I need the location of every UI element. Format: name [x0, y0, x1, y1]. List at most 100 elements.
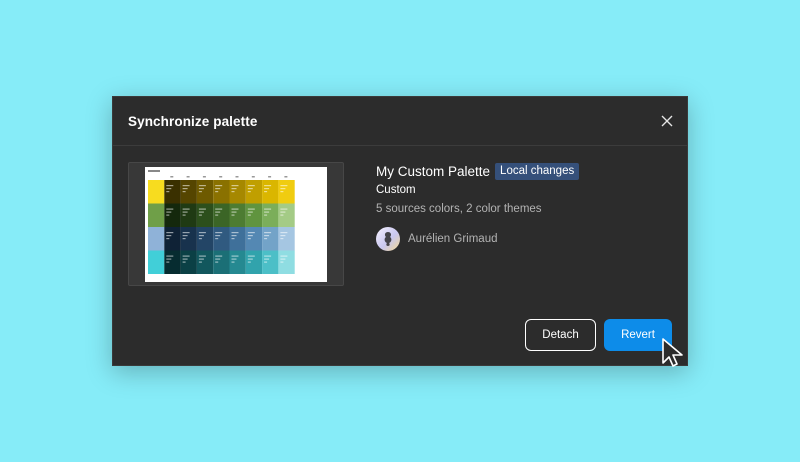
thumb-text-line — [166, 238, 170, 240]
thumb-text-line — [280, 211, 286, 213]
thumb-text-line — [166, 214, 170, 216]
thumb-text-line — [264, 191, 268, 193]
thumb-text-line — [166, 208, 174, 210]
thumb-text-line — [231, 214, 235, 216]
thumb-text-line — [182, 235, 188, 237]
thumb-text-line — [166, 232, 174, 234]
thumb-text-line — [247, 208, 255, 210]
thumb-text-line — [198, 208, 206, 210]
thumb-text-line — [215, 191, 219, 193]
thumb-column-mark — [268, 176, 272, 178]
thumb-text-line — [198, 191, 202, 193]
thumb-text-line — [182, 185, 190, 187]
thumb-text-line — [231, 235, 237, 237]
thumb-text-line — [264, 188, 270, 190]
thumb-text-line — [166, 255, 174, 257]
thumb-base-swatch — [148, 203, 165, 227]
thumb-text-line — [247, 232, 255, 234]
palette-thumbnail — [128, 162, 344, 286]
thumb-text-line — [182, 258, 188, 260]
thumb-text-line — [264, 238, 268, 240]
thumb-text-line — [182, 255, 190, 257]
thumb-text-line — [247, 238, 251, 240]
thumb-text-line — [264, 258, 270, 260]
thumb-column-mark — [170, 176, 174, 178]
thumb-text-line — [231, 191, 235, 193]
thumb-column-mark — [219, 176, 223, 178]
thumb-text-line — [166, 191, 170, 193]
thumb-text-line — [166, 261, 170, 263]
palette-subtitle: Custom — [376, 184, 416, 196]
thumb-text-line — [215, 185, 223, 187]
thumb-text-line — [264, 211, 270, 213]
thumb-text-line — [280, 255, 288, 257]
thumb-text-line — [166, 211, 172, 213]
thumb-text-line — [182, 208, 190, 210]
thumb-text-line — [182, 261, 186, 263]
thumb-text-line — [280, 188, 286, 190]
thumb-text-line — [280, 214, 284, 216]
thumb-text-line — [198, 238, 202, 240]
thumb-text-line — [215, 261, 219, 263]
thumb-text-line — [215, 211, 221, 213]
thumb-text-line — [198, 261, 202, 263]
thumb-text-line — [215, 255, 223, 257]
thumb-text-line — [182, 214, 186, 216]
thumb-base-swatch — [148, 250, 165, 274]
thumb-text-line — [215, 188, 221, 190]
thumb-text-line — [182, 191, 186, 193]
thumb-text-line — [166, 188, 172, 190]
thumb-text-line — [247, 255, 255, 257]
thumb-text-line — [231, 238, 235, 240]
thumb-text-line — [231, 211, 237, 213]
thumb-text-line — [231, 208, 239, 210]
thumb-text-line — [280, 261, 284, 263]
thumb-text-line — [247, 235, 253, 237]
thumb-text-line — [198, 258, 204, 260]
thumb-text-line — [198, 211, 204, 213]
thumb-text-line — [247, 258, 253, 260]
thumb-text-line — [215, 258, 221, 260]
thumb-text-line — [280, 191, 284, 193]
thumb-text-line — [280, 258, 286, 260]
thumb-text-line — [182, 238, 186, 240]
thumb-text-line — [166, 185, 174, 187]
palette-name: My Custom Palette — [376, 163, 491, 179]
thumb-column-mark — [284, 176, 288, 178]
thumb-text-line — [215, 235, 221, 237]
author: Aurélien Grimaud — [376, 227, 579, 251]
thumb-text-line — [198, 255, 206, 257]
thumb-text-line — [166, 235, 172, 237]
palette-preview-graphic — [148, 170, 295, 274]
thumb-text-line — [215, 208, 223, 210]
thumb-text-line — [166, 258, 172, 260]
close-button[interactable] — [657, 111, 677, 131]
thumb-text-line — [198, 185, 206, 187]
thumb-text-line — [264, 185, 272, 187]
thumb-column-mark — [186, 176, 190, 178]
avatar — [376, 227, 400, 251]
synchronize-palette-dialog: Synchronize palette My Custom Palette Lo… — [112, 96, 688, 366]
thumb-header-mark — [148, 170, 160, 172]
thumb-text-line — [198, 188, 204, 190]
palette-details: 5 sources colors, 2 color themes — [376, 203, 542, 215]
thumb-text-line — [280, 208, 288, 210]
thumb-column-mark — [235, 176, 239, 178]
thumb-text-line — [215, 232, 223, 234]
thumb-text-line — [198, 232, 206, 234]
detach-button[interactable]: Detach — [525, 319, 596, 351]
thumb-text-line — [231, 261, 235, 263]
thumb-text-line — [231, 185, 239, 187]
palette-preview-image — [145, 167, 327, 282]
author-name: Aurélien Grimaud — [408, 233, 498, 245]
thumb-text-line — [280, 232, 288, 234]
thumb-text-line — [198, 235, 204, 237]
thumb-text-line — [247, 214, 251, 216]
thumb-text-line — [264, 232, 272, 234]
thumb-text-line — [182, 211, 188, 213]
thumb-text-line — [247, 261, 251, 263]
mouse-pointer-icon — [662, 338, 683, 367]
thumb-text-line — [231, 255, 239, 257]
thumb-base-swatch — [148, 227, 165, 251]
thumb-base-swatch — [148, 180, 165, 204]
